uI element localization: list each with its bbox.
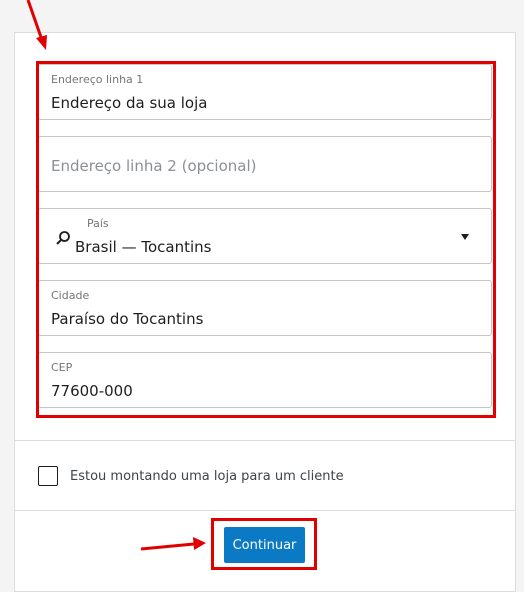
- annotation-arrows: [26, 0, 206, 551]
- arrow-top-icon: [26, 0, 47, 50]
- arrow-right-icon: [140, 537, 206, 551]
